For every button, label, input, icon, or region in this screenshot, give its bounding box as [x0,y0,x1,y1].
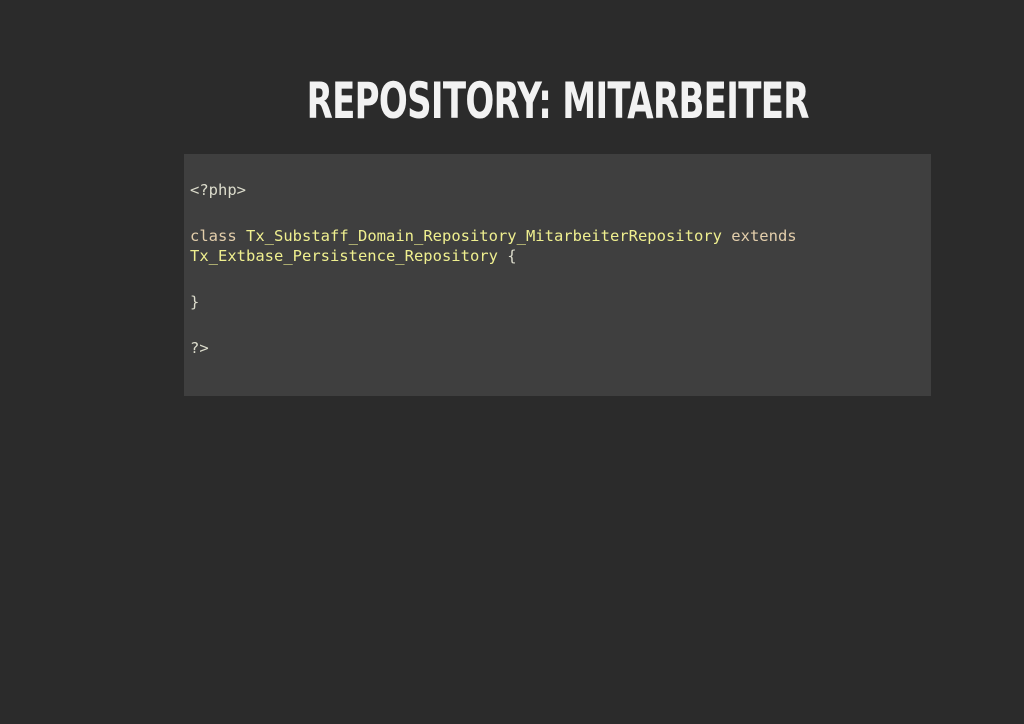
code-line-php-open: <?php> [190,181,246,199]
slide: REPOSITORY: MITARBEITER <?php> class Tx_S… [0,0,1024,724]
slide-title: REPOSITORY: MITARBEITER [306,72,810,130]
code-open-brace: { [507,247,517,265]
code-parent-class-name: Tx_Extbase_Persistence_Repository [190,247,498,265]
code-block: <?php> class Tx_Substaff_Domain_Repositor… [184,154,931,396]
code-keyword-extends: extends [731,227,797,245]
code-class-name: Tx_Substaff_Domain_Repository_Mitarbeite… [246,227,722,245]
code-line-close-brace: } [190,293,200,311]
code-line-parent-class: Tx_Extbase_Persistence_Repository { [190,246,931,266]
code-line-class-declaration: class Tx_Substaff_Domain_Repository_Mita… [190,226,931,246]
code-line-php-close: ?> [190,339,209,357]
code-keyword-class: class [190,227,237,245]
